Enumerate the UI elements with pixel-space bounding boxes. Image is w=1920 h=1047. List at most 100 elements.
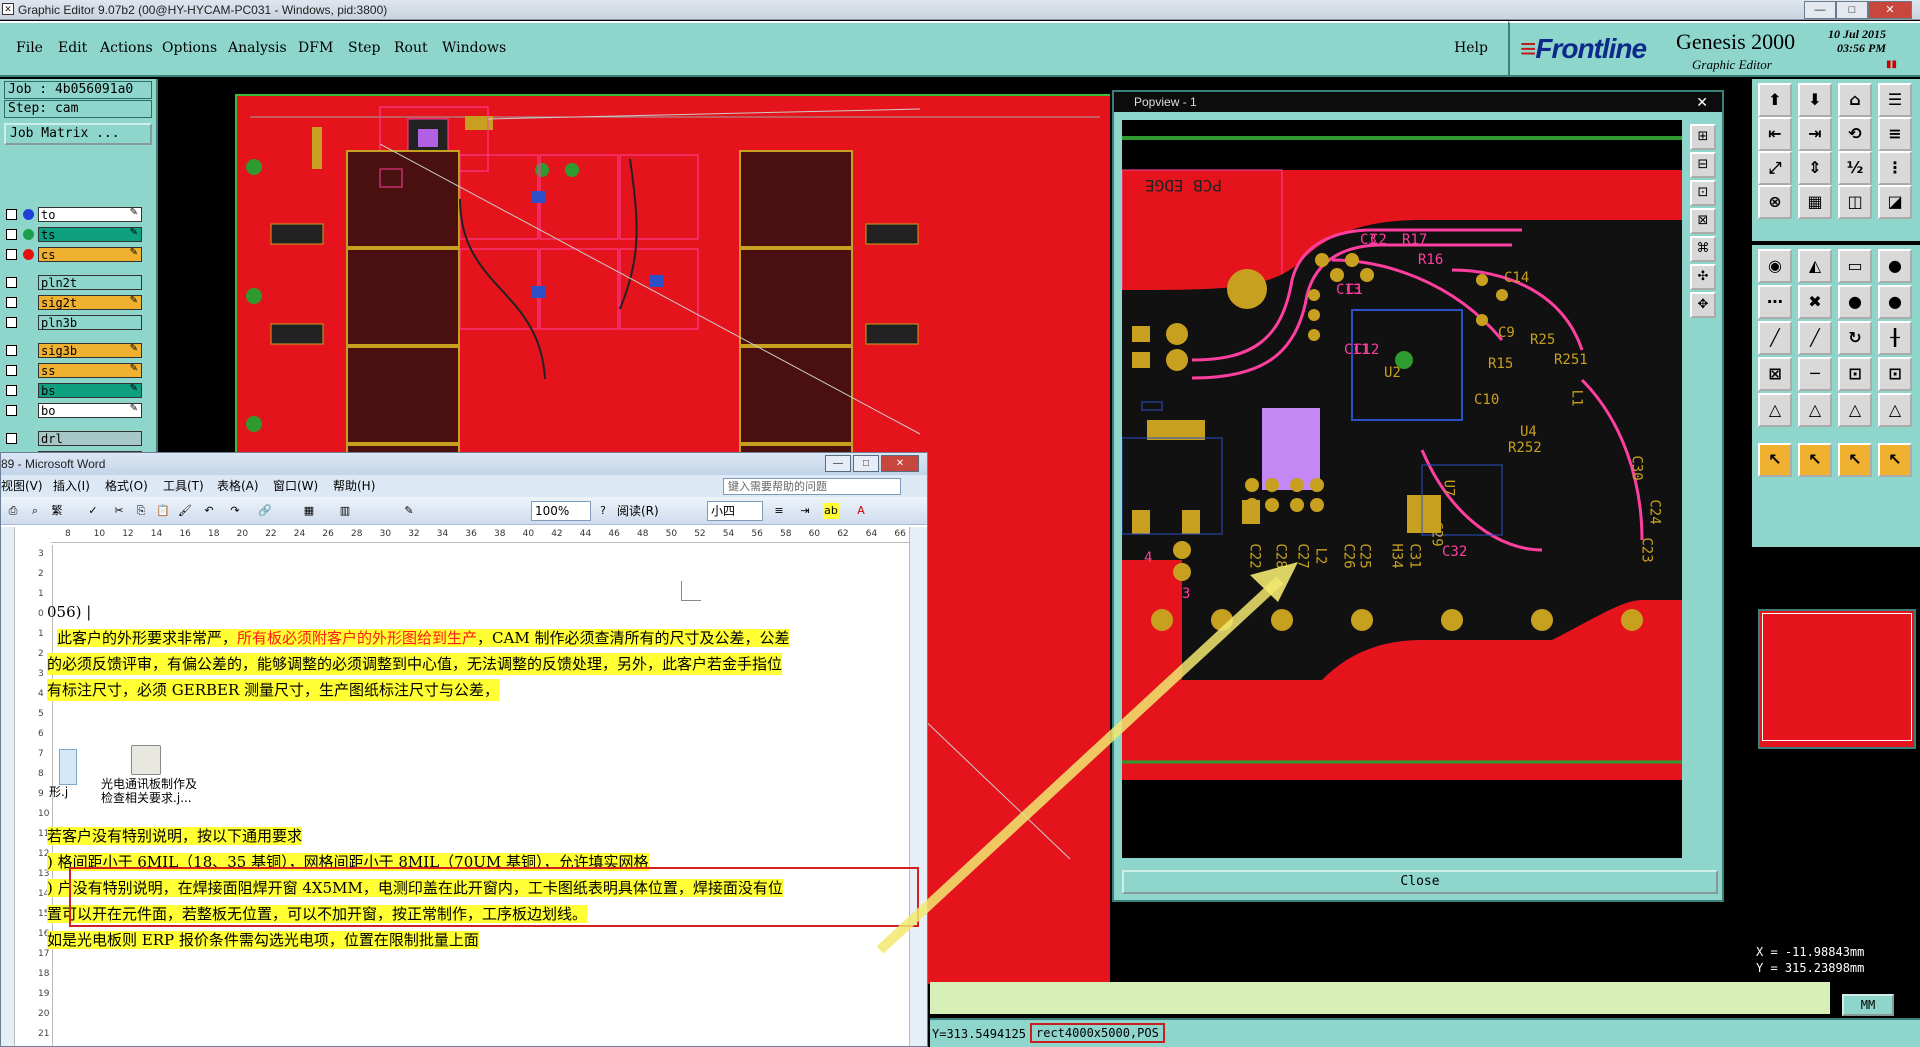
layer-checkbox[interactable] — [6, 249, 17, 260]
edit-tool-7-2-icon[interactable]: ⊡ — [1838, 357, 1872, 391]
help-search-input[interactable]: 键入需要帮助的问题 — [723, 478, 901, 495]
layer-row-pln2t[interactable]: pln2t — [6, 275, 150, 290]
view-tool-3-0-icon[interactable]: ⊗ — [1758, 185, 1792, 219]
word-menu-table[interactable]: 表格(A) — [217, 475, 259, 497]
zoom-select[interactable]: 100% — [531, 501, 591, 521]
view-tool-0-1-icon[interactable]: ⬇ — [1798, 83, 1832, 117]
view-tool-2-1-icon[interactable]: ⇕ — [1798, 151, 1832, 185]
view-tool-1-3-icon[interactable]: ≡ — [1878, 117, 1912, 151]
zoom-out-icon[interactable]: ⊟ — [1690, 152, 1716, 178]
edit-tool-8-1-icon[interactable]: △ — [1798, 393, 1832, 427]
indent-icon[interactable]: ⇥ — [797, 503, 813, 519]
edit-tool-8-3-icon[interactable]: △ — [1878, 393, 1912, 427]
layer-row-bo[interactable]: bo ✎ — [6, 403, 150, 418]
popview-close-icon[interactable]: ✕ — [1696, 92, 1708, 112]
font-color-icon[interactable]: A — [853, 503, 869, 519]
read-mode-button[interactable]: 阅读(R) — [617, 501, 659, 521]
layer-checkbox[interactable] — [6, 209, 17, 220]
center-icon[interactable]: ✣ — [1690, 264, 1716, 290]
layer-name[interactable]: pln3b — [38, 315, 142, 330]
popview-canvas[interactable]: PCB EDGE C3 C2 R17 R16 C13 C1 C11 C12 U2… — [1122, 120, 1682, 858]
word-document[interactable]: 056) | 此客户的外形要求非常严，所有板必须附客户的外形图给到生产，CAM … — [47, 545, 919, 1046]
menu-options[interactable]: Options — [162, 40, 217, 56]
view-tool-2-3-icon[interactable]: ⋮ — [1878, 151, 1912, 185]
layer-name[interactable]: sig2t — [38, 295, 142, 310]
menu-windows[interactable]: Windows — [442, 40, 506, 56]
undo-icon[interactable]: ↶ — [201, 503, 217, 519]
menu-help[interactable]: Help — [1454, 40, 1488, 56]
edit-tool-5-1-icon[interactable]: ✖ — [1798, 285, 1832, 319]
layer-row-to[interactable]: to ✎ — [6, 207, 150, 222]
hyperlink-icon[interactable]: 🔗 — [257, 503, 273, 519]
layer-name[interactable]: bo — [38, 403, 142, 418]
layer-checkbox[interactable] — [6, 365, 17, 376]
layer-checkbox[interactable] — [6, 229, 17, 240]
menu-dfm[interactable]: DFM — [298, 40, 333, 56]
layer-row-bs[interactable]: bs ✎ — [6, 383, 150, 398]
layer-row-ts[interactable]: ts ✎ — [6, 227, 150, 242]
view-tool-3-1-icon[interactable]: ▦ — [1798, 185, 1832, 219]
word-menu-tools[interactable]: 工具(T) — [163, 475, 204, 497]
maximize-button[interactable]: □ — [1836, 1, 1868, 19]
word-menu-help[interactable]: 帮助(H) — [333, 475, 375, 497]
edit-tool-6-3-icon[interactable]: ╂ — [1878, 321, 1912, 355]
layer-checkbox[interactable] — [6, 345, 17, 356]
menu-file[interactable]: File — [16, 40, 43, 56]
help-icon[interactable]: ? — [595, 503, 611, 519]
view-tool-1-1-icon[interactable]: ⇥ — [1798, 117, 1832, 151]
layer-name[interactable]: cs — [38, 247, 142, 262]
edit-tool-8-0-icon[interactable]: △ — [1758, 393, 1792, 427]
image-file-icon[interactable] — [59, 749, 77, 785]
layer-name[interactable]: to — [38, 207, 142, 222]
edit-tool-5-0-icon[interactable]: ⋯ — [1758, 285, 1792, 319]
view-tool-2-0-icon[interactable]: ⤢ — [1758, 151, 1792, 185]
view-tool-0-3-icon[interactable]: ☰ — [1878, 83, 1912, 117]
simplified-icon[interactable]: 繁 — [49, 503, 65, 519]
layer-checkbox[interactable] — [6, 385, 17, 396]
layer-row-pln3b[interactable]: pln3b — [6, 315, 150, 330]
layer-checkbox[interactable] — [6, 297, 17, 308]
pan-icon[interactable]: ⊠ — [1690, 208, 1716, 234]
select-tool-9-2-icon[interactable]: ↖ — [1838, 443, 1872, 477]
view-tool-2-2-icon[interactable]: ½ — [1838, 151, 1872, 185]
layer-row-drl[interactable]: drl — [6, 431, 150, 446]
preview-icon[interactable]: ⌕ — [27, 503, 43, 519]
view-tool-0-0-icon[interactable]: ⬆ — [1758, 83, 1792, 117]
edit-tool-6-0-icon[interactable]: ╱ — [1758, 321, 1792, 355]
word-maximize-button[interactable]: □ — [853, 455, 879, 472]
zoom-in-icon[interactable]: ⊡ — [1690, 180, 1716, 206]
edit-tool-4-1-icon[interactable]: ◭ — [1798, 249, 1832, 283]
font-size-select[interactable]: 小四 — [707, 501, 763, 521]
word-minimize-button[interactable]: — — [825, 455, 851, 472]
job-matrix-button[interactable]: Job Matrix ... — [4, 123, 152, 145]
layer-name[interactable]: pln2t — [38, 275, 142, 290]
select-tool-9-3-icon[interactable]: ↖ — [1878, 443, 1912, 477]
highlight-icon[interactable]: ab — [823, 503, 839, 519]
cut-icon[interactable]: ✂ — [111, 503, 127, 519]
edit-tool-7-1-icon[interactable]: ─ — [1798, 357, 1832, 391]
edit-tool-5-2-icon[interactable]: ● — [1838, 285, 1872, 319]
view-tool-3-3-icon[interactable]: ◪ — [1878, 185, 1912, 219]
move-icon[interactable]: ✥ — [1690, 292, 1716, 318]
table-icon[interactable]: ▦ — [301, 503, 317, 519]
layer-row-sig3b[interactable]: sig3b ✎ — [6, 343, 150, 358]
edit-tool-4-2-icon[interactable]: ▭ — [1838, 249, 1872, 283]
layer-name[interactable]: sig3b — [38, 343, 142, 358]
view-tool-0-2-icon[interactable]: ⌂ — [1838, 83, 1872, 117]
select-tool-9-1-icon[interactable]: ↖ — [1798, 443, 1832, 477]
edit-tool-7-0-icon[interactable]: ⊠ — [1758, 357, 1792, 391]
layer-checkbox[interactable] — [6, 433, 17, 444]
layer-name[interactable]: ss — [38, 363, 142, 378]
edit-tool-8-2-icon[interactable]: △ — [1838, 393, 1872, 427]
layer-checkbox[interactable] — [6, 277, 17, 288]
menu-rout[interactable]: Rout — [394, 40, 428, 56]
drawing-icon[interactable]: ✎ — [401, 503, 417, 519]
close-button[interactable]: ✕ — [1868, 1, 1912, 19]
print-icon[interactable]: ⎙ — [5, 503, 21, 519]
popview-close-button[interactable]: Close — [1122, 870, 1718, 894]
select-tool-9-0-icon[interactable]: ↖ — [1758, 443, 1792, 477]
view-tool-1-0-icon[interactable]: ⇤ — [1758, 117, 1792, 151]
columns-icon[interactable]: ▥ — [337, 503, 353, 519]
board-preview[interactable] — [1758, 609, 1916, 749]
menu-actions[interactable]: Actions — [100, 40, 153, 56]
